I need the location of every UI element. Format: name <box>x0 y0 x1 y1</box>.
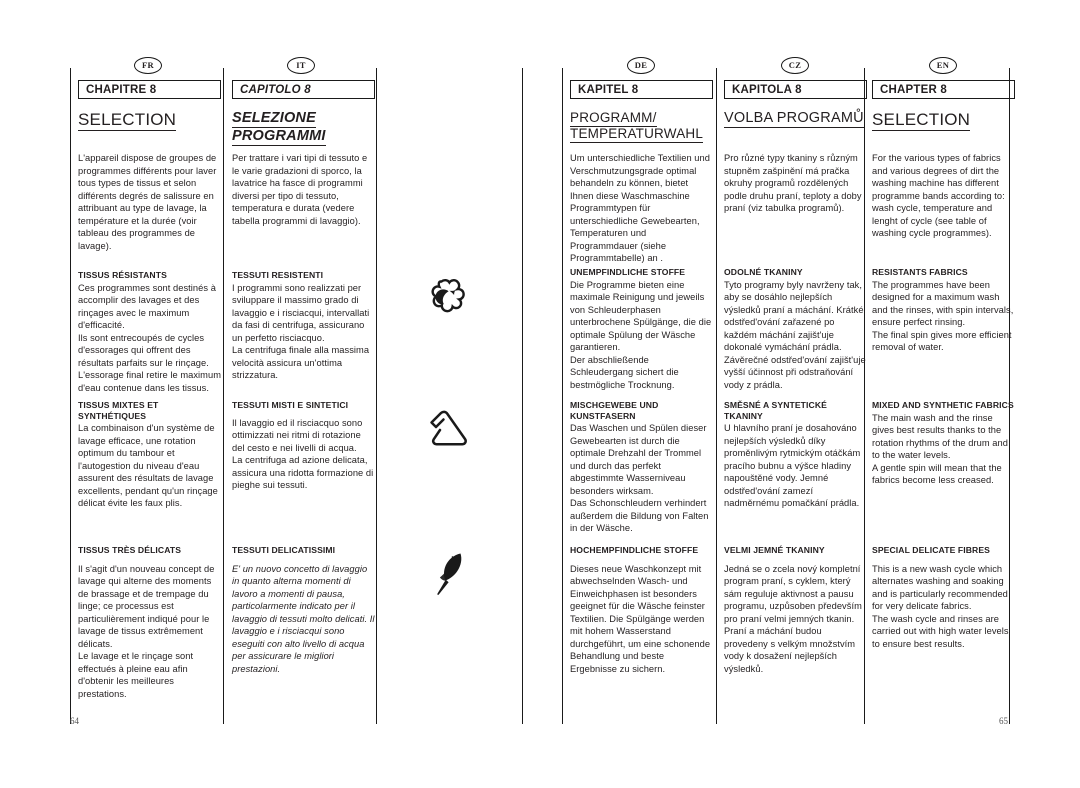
section-body-it-2: E' un nuovo concetto di lavaggio in quan… <box>232 563 375 674</box>
chapter-box-fr: CHAPITRE 8 <box>78 80 221 99</box>
language-badge-en: EN <box>929 57 957 74</box>
column-it: CAPITOLO 8 SELEZIONE PROGRAMMI <box>232 80 375 154</box>
rule-center <box>522 68 523 724</box>
section-heading-de-2: HOCHEMPFINDLICHE STOFFE <box>570 545 699 555</box>
manual-page-spread: FR IT DE CZ EN CHAPITRE 8 SELECTION L'ap… <box>0 0 1080 788</box>
section-heading-cz-1: SMĚSNÉ A SYNTETICKÉ TKANINY <box>724 400 827 421</box>
intro-fr: L'appareil dispose de groupes de program… <box>78 152 221 252</box>
rule-de-left <box>562 68 563 724</box>
section-heading-it-1: TESSUTI MISTI E SINTETICI <box>232 400 349 410</box>
section-it-2: TESSUTI DELICATISSIMI E' un nuovo concet… <box>232 545 375 675</box>
section-de-0: UNEMPFINDLICHE STOFFE Die Programme biet… <box>570 267 713 391</box>
section-en-1: MIXED AND SYNTHETIC FABRICS The main was… <box>872 400 1015 487</box>
rule-de-cz <box>716 68 717 724</box>
section-de-1: MISCHGEWEBE UND KUNSTFASERN Das Waschen … <box>570 400 713 535</box>
chapter-box-en: CHAPTER 8 <box>872 80 1015 99</box>
page-title-de: PROGRAMM/ TEMPERATURWAHL <box>570 110 704 144</box>
rule-fr-it <box>223 68 224 724</box>
section-body-en-1: The main wash and the rinse gives best r… <box>872 412 1008 486</box>
section-body-fr-2: Il s'agit d'un nouveau concept de lavage… <box>78 563 215 699</box>
language-badge-fr-label: FR <box>142 60 154 71</box>
intro-en: For the various types of fabrics and var… <box>872 152 1015 240</box>
page-number-right: 65 <box>999 716 1008 726</box>
column-de: KAPITEL 8 PROGRAMM/ TEMPERATURWAHL <box>570 80 713 152</box>
section-fr-1: TISSUS MIXTES ET SYNTHÉTIQUES La combina… <box>78 400 221 510</box>
intro-cz: Pro různé typy tkaniny s různým stupněm … <box>724 152 867 215</box>
intro-de: Um unterschiedliche Textilien und Versch… <box>570 152 713 265</box>
language-badge-cz-label: CZ <box>788 60 802 71</box>
chapter-label-en: CHAPTER 8 <box>880 83 947 96</box>
section-heading-cz-0: ODOLNÉ TKANINY <box>724 267 803 277</box>
section-heading-en-1: MIXED AND SYNTHETIC FABRICS <box>872 400 1014 410</box>
section-body-cz-2: Jedná se o zcela nový kompletní program … <box>724 563 862 674</box>
section-body-it-0: I programmi sono realizzati per sviluppa… <box>232 282 370 381</box>
section-heading-en-0: RESISTANTS FABRICS <box>872 267 968 277</box>
section-heading-de-1: MISCHGEWEBE UND KUNSTFASERN <box>570 400 659 421</box>
section-body-en-0: The programmes have been designed for a … <box>872 279 1014 353</box>
page-title-en: SELECTION <box>872 110 971 131</box>
page-number-left: 64 <box>70 716 79 726</box>
section-fr-2: TISSUS TRÈS DÉLICATS Il s'agit d'un nouv… <box>78 545 221 700</box>
section-body-cz-1: U hlavního praní je dosahováno nejlepšíc… <box>724 423 861 509</box>
language-badge-cz: CZ <box>781 57 809 74</box>
chapter-label-cz: KAPITOLA 8 <box>732 83 802 96</box>
section-heading-cz-2: VELMI JEMNÉ TKANINY <box>724 545 825 555</box>
intro-text-fr: L'appareil dispose de groupes de program… <box>78 153 217 251</box>
page-title-it: SELEZIONE PROGRAMMI <box>232 110 326 146</box>
section-heading-it-2: TESSUTI DELICATISSIMI <box>232 545 336 555</box>
section-heading-it-0: TESSUTI RESISTENTI <box>232 270 324 280</box>
section-cz-0: ODOLNÉ TKANINY Tyto programy byly navrže… <box>724 267 867 391</box>
chapter-box-it: CAPITOLO 8 <box>232 80 375 99</box>
section-heading-de-0: UNEMPFINDLICHE STOFFE <box>570 267 686 277</box>
chapter-box-de: KAPITEL 8 <box>570 80 713 99</box>
intro-text-it: Per trattare i vari tipi di tessuto e le… <box>232 153 368 226</box>
language-badge-fr: FR <box>134 57 162 74</box>
section-body-de-0: Die Programme bieten eine maximale Reini… <box>570 279 712 390</box>
language-badge-it-label: IT <box>296 60 306 71</box>
language-badge-de-label: DE <box>634 60 648 71</box>
language-badge-de: DE <box>627 57 655 74</box>
section-body-fr-0: Ces programmes sont destinés à accomplir… <box>78 282 221 393</box>
intro-it: Per trattare i vari tipi di tessuto e le… <box>232 152 375 227</box>
intro-text-de: Um unterschiedliche Textilien und Versch… <box>570 153 710 263</box>
cotton-boll-icon <box>429 277 471 317</box>
column-cz: KAPITOLA 8 VOLBA PROGRAMŮ <box>724 80 867 137</box>
page-title-fr: SELECTION <box>78 110 177 131</box>
intro-text-en: For the various types of fabrics and var… <box>872 153 1005 238</box>
section-fr-0: TISSUS RÉSISTANTS Ces programmes sont de… <box>78 270 221 394</box>
section-en-0: RESISTANTS FABRICS The programmes have b… <box>872 267 1015 354</box>
column-fr: CHAPITRE 8 SELECTION <box>78 80 221 140</box>
section-body-it-1: Il lavaggio ed il risciacquo sono ottimi… <box>232 417 374 491</box>
section-body-fr-1: La combinaison d'un système de lavage ef… <box>78 423 218 509</box>
section-cz-1: SMĚSNÉ A SYNTETICKÉ TKANINY U hlavního p… <box>724 400 867 510</box>
section-en-2: SPECIAL DELICATE FIBRES This is a new wa… <box>872 545 1015 650</box>
section-body-cz-0: Tyto programy byly navrženy tak, aby se … <box>724 279 866 390</box>
column-en: CHAPTER 8 SELECTION <box>872 80 1015 140</box>
feather-icon <box>429 549 471 597</box>
section-heading-fr-0: TISSUS RÉSISTANTS <box>78 270 167 280</box>
section-de-2: HOCHEMPFINDLICHE STOFFE Dieses neue Wasc… <box>570 545 713 675</box>
rule-left-outer <box>70 68 71 724</box>
chapter-label-it: CAPITOLO 8 <box>240 83 311 96</box>
section-heading-en-2: SPECIAL DELICATE FIBRES <box>872 545 991 555</box>
section-heading-fr-1: TISSUS MIXTES ET SYNTHÉTIQUES <box>78 400 159 421</box>
section-it-0: TESSUTI RESISTENTI I programmi sono real… <box>232 270 375 382</box>
language-badge-en-label: EN <box>936 60 950 71</box>
chapter-label-fr: CHAPITRE 8 <box>86 83 157 96</box>
section-body-de-2: Dieses neue Waschkonzept mit abwechselnd… <box>570 563 711 674</box>
language-badge-it: IT <box>287 57 315 74</box>
rule-it-right <box>376 68 377 724</box>
page-title-cz: VOLBA PROGRAMŮ <box>724 110 864 128</box>
chapter-box-cz: KAPITOLA 8 <box>724 80 867 99</box>
chapter-label-de: KAPITEL 8 <box>578 83 639 96</box>
section-body-en-2: This is a new wash cycle which alternate… <box>872 563 1009 649</box>
section-body-de-1: Das Waschen und Spülen dieser Gewebearte… <box>570 423 709 534</box>
synthetics-triangle-icon <box>427 408 471 450</box>
section-it-1: TESSUTI MISTI E SINTETICI Il lavaggio ed… <box>232 400 375 492</box>
intro-text-cz: Pro různé typy tkaniny s různým stupněm … <box>724 153 862 213</box>
section-cz-2: VELMI JEMNÉ TKANINY Jedná se o zcela nov… <box>724 545 867 675</box>
section-heading-fr-2: TISSUS TRÈS DÉLICATS <box>78 545 182 555</box>
